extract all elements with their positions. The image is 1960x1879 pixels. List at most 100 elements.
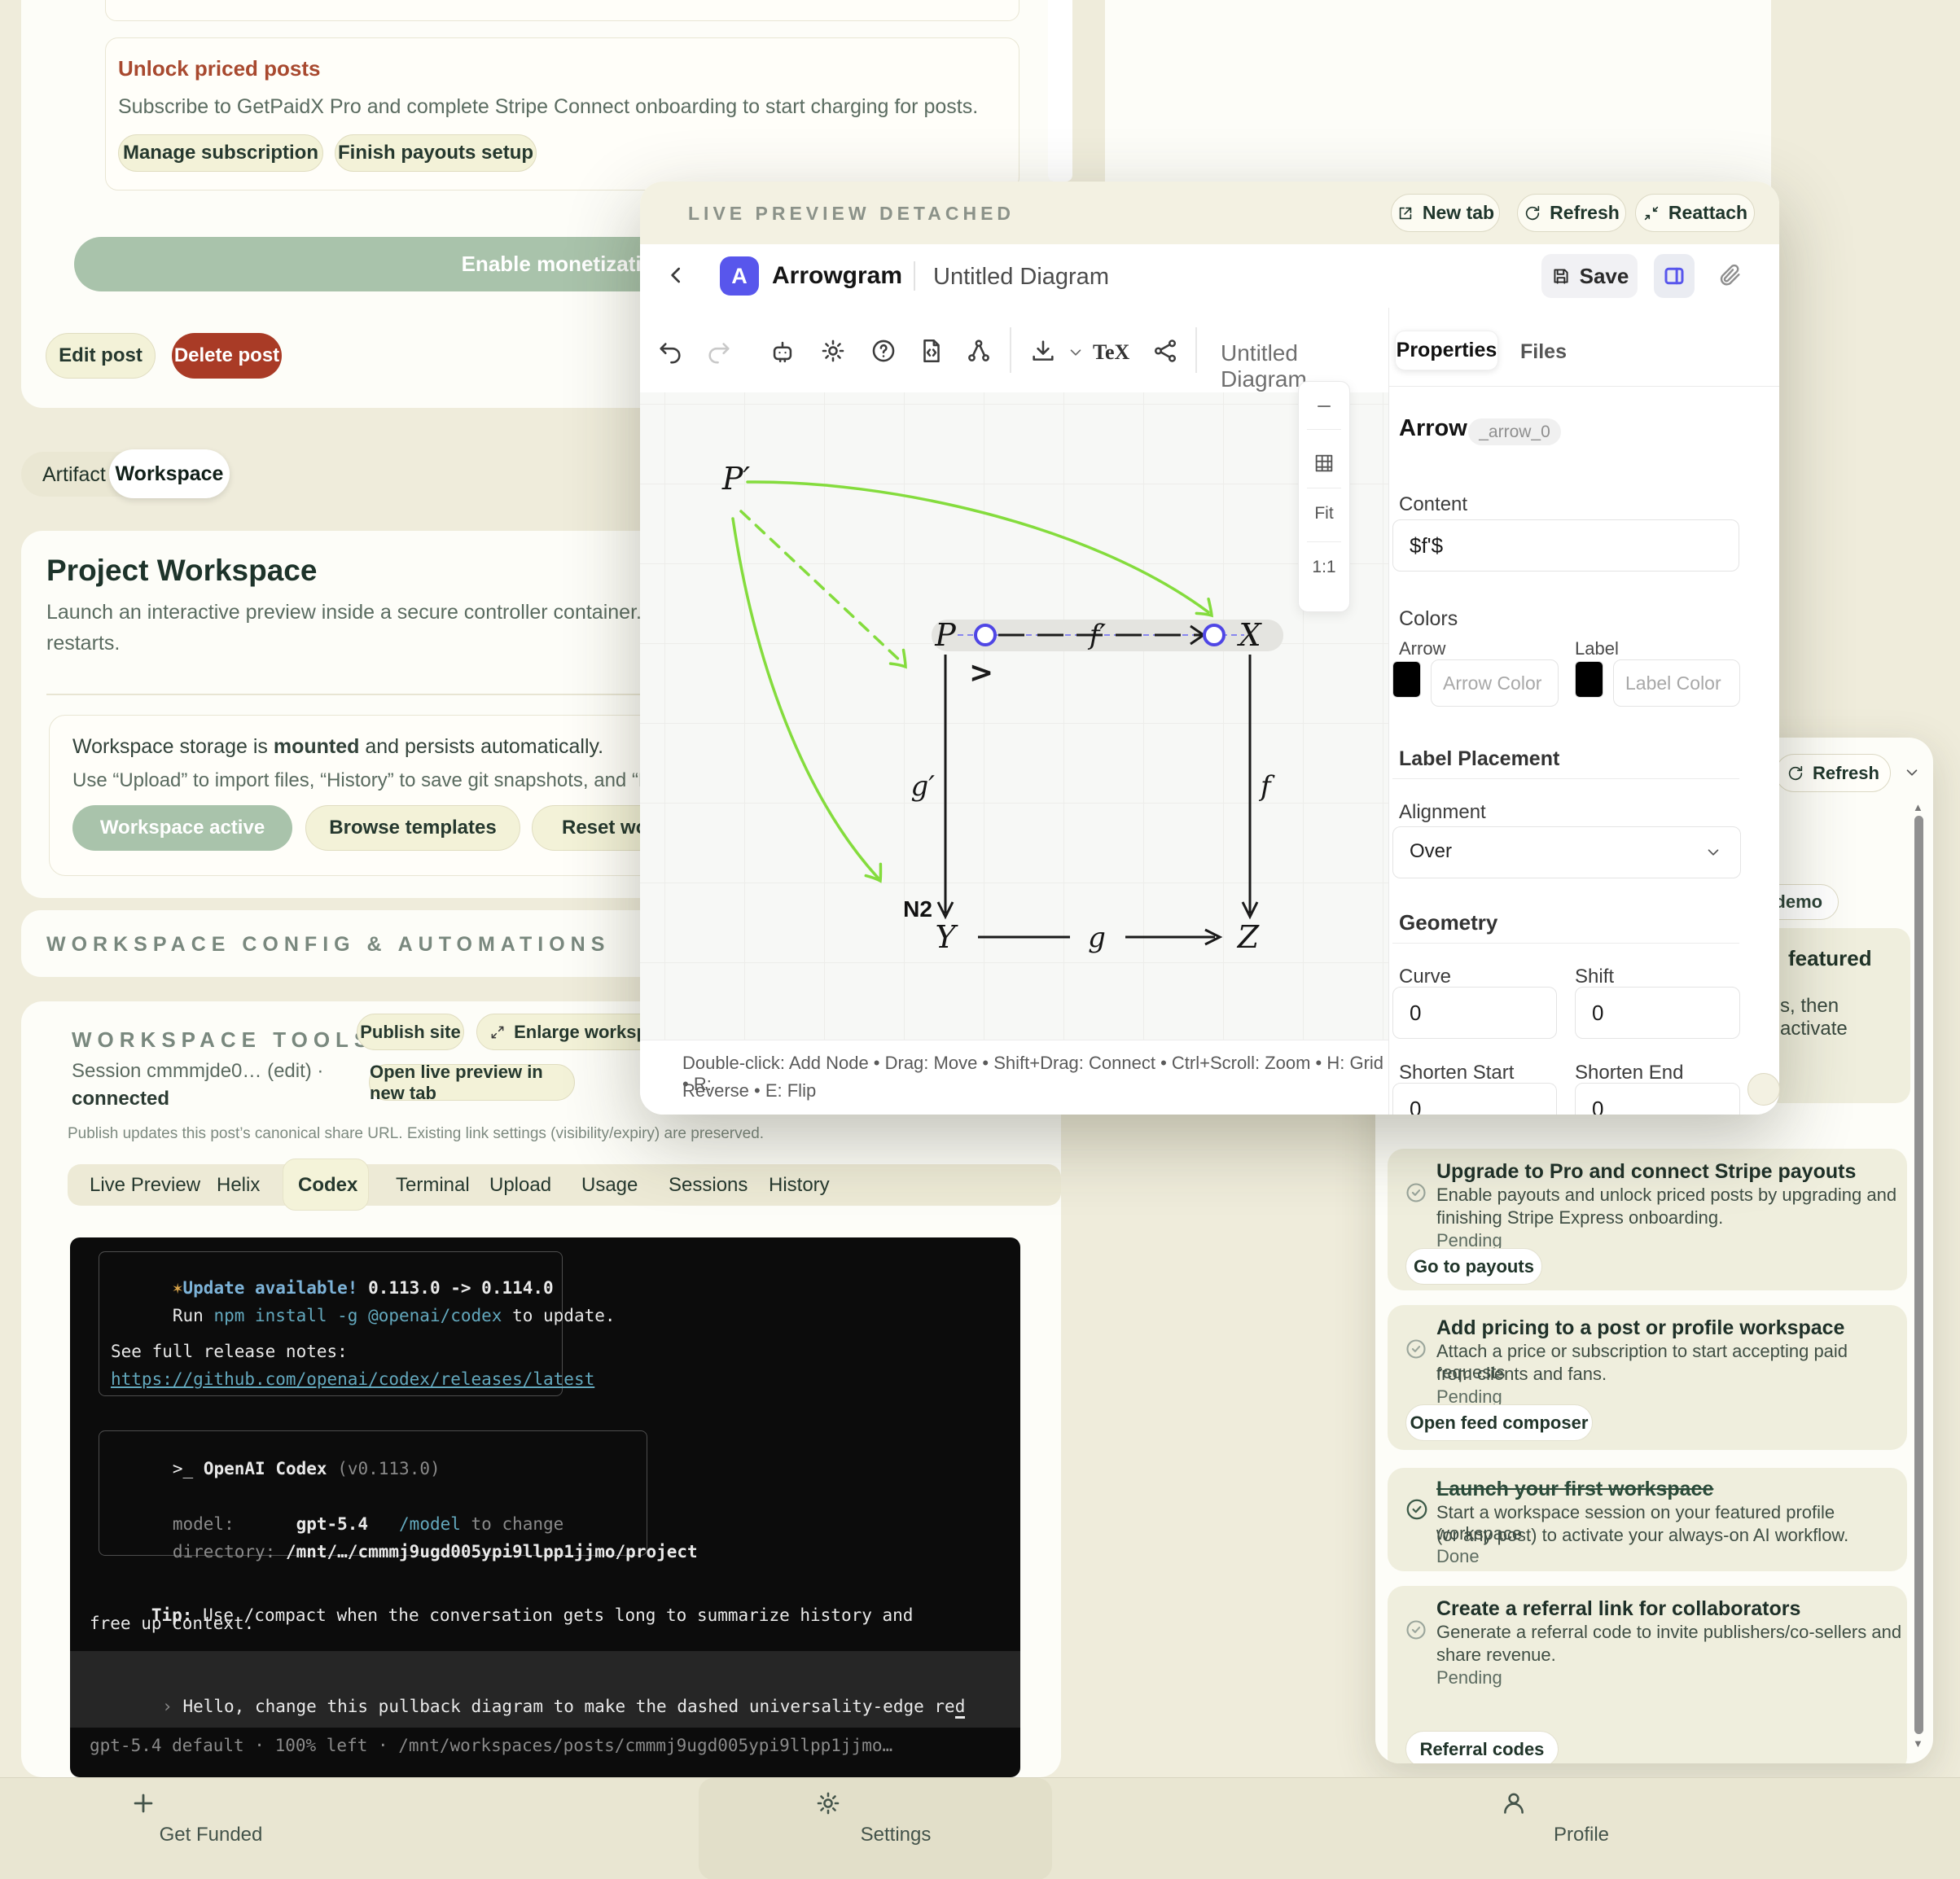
geometry-label: Geometry — [1399, 910, 1498, 935]
save-icon — [1554, 269, 1568, 284]
tab-usage[interactable]: Usage — [581, 1174, 638, 1197]
edge-label-g-prime[interactable]: g′ — [911, 770, 936, 803]
terminal[interactable]: ✶Update available! 0.113.0 -> 0.114.0 Ru… — [70, 1237, 1020, 1777]
tasks-scroll-down[interactable]: ▼ — [1913, 1737, 1923, 1750]
canvas-hint-bar: Double-click: Add Node • Drag: Move • Sh… — [640, 1040, 1388, 1115]
node-z[interactable]: Z — [1237, 919, 1260, 955]
publish-site-button[interactable]: Publish site — [357, 1014, 464, 1050]
edge-label-f[interactable]: f — [1258, 770, 1275, 803]
diagram-canvas[interactable]: > P′ P X Y Z f′ g′ f g N2 – Fit 1:1 — [640, 381, 1388, 1040]
task-desc: finishing Stripe Express onboarding. — [1436, 1207, 1724, 1228]
robot-icon[interactable] — [769, 337, 796, 365]
new-tab-button[interactable]: New tab — [1391, 194, 1500, 232]
tab-artifact[interactable]: Artifact — [42, 463, 106, 487]
hint-line-2: Reverse • E: Flip — [682, 1080, 817, 1101]
green-edge-pprime-y[interactable] — [731, 517, 888, 886]
zoom-fit-button[interactable]: Fit — [1299, 504, 1349, 523]
undo-icon[interactable] — [656, 337, 684, 365]
terminal-input-row[interactable]: › Hello, change this pullback diagram to… — [70, 1651, 1020, 1728]
nav-settings[interactable]: Settings — [814, 1789, 977, 1846]
label-color-swatch[interactable] — [1575, 661, 1603, 698]
edge-handle-end[interactable] — [1203, 624, 1226, 646]
tab-history[interactable]: History — [769, 1174, 830, 1197]
node-p-prime[interactable]: P′ — [721, 461, 751, 497]
shorten-end-input[interactable] — [1575, 1083, 1740, 1115]
node-n2[interactable]: N2 — [903, 896, 932, 922]
graph-icon[interactable] — [965, 337, 993, 365]
task-status: Pending — [1436, 1667, 1502, 1688]
shift-input[interactable] — [1575, 987, 1740, 1039]
edge-f[interactable] — [1241, 655, 1259, 920]
attachment-icon[interactable] — [1717, 262, 1743, 288]
task-desc: share revenue. — [1436, 1645, 1556, 1665]
edge-g-prime[interactable] — [936, 655, 954, 920]
zoom-out-button[interactable]: – — [1299, 392, 1349, 418]
edge-label-f-prime[interactable]: f′ — [1087, 619, 1107, 651]
content-input[interactable] — [1392, 519, 1739, 572]
tex-button[interactable]: TeX — [1093, 340, 1129, 365]
nav-get-funded[interactable]: Get Funded — [129, 1789, 292, 1846]
doc-title[interactable]: Untitled Diagram — [933, 264, 1109, 291]
tasks-scroll-up[interactable]: ▲ — [1913, 801, 1923, 813]
share-icon[interactable] — [1151, 337, 1179, 365]
finish-payouts-button[interactable]: Finish payouts setup — [335, 134, 537, 172]
back-icon[interactable] — [664, 262, 690, 288]
alignment-select[interactable]: Over — [1392, 826, 1741, 878]
node-y[interactable]: Y — [935, 919, 958, 955]
download-icon[interactable] — [1029, 337, 1057, 365]
tab-properties[interactable]: Properties — [1395, 331, 1498, 370]
go-to-payouts-button[interactable]: Go to payouts — [1405, 1248, 1542, 1285]
tab-terminal[interactable]: Terminal — [396, 1174, 470, 1197]
tab-codex[interactable]: Codex — [298, 1174, 357, 1197]
tab-upload[interactable]: Upload — [489, 1174, 551, 1197]
save-button[interactable]: Save — [1541, 254, 1638, 298]
arrow-color-swatch[interactable] — [1392, 661, 1421, 698]
modal-corner-handle[interactable] — [1747, 1073, 1780, 1106]
new-tab-label: New tab — [1422, 202, 1495, 223]
help-icon[interactable] — [870, 337, 897, 365]
chevron-down-icon[interactable] — [1903, 764, 1921, 782]
page-scrollbar-track[interactable] — [1048, 0, 1072, 182]
tab-live-preview[interactable]: Live Preview — [90, 1174, 200, 1197]
node-x[interactable]: X — [1236, 617, 1262, 653]
tab-files[interactable]: Files — [1520, 340, 1567, 364]
gear-icon[interactable] — [819, 337, 847, 365]
delete-post-button[interactable]: Delete post — [172, 333, 282, 379]
tab-workspace[interactable]: Workspace — [109, 449, 230, 498]
green-edge-pprime-x[interactable] — [746, 480, 1218, 622]
enlarge-workspace-button[interactable]: Enlarge worksp — [476, 1014, 660, 1050]
codex-header: >_ OpenAI Codex (v0.113.0) — [111, 1439, 441, 1498]
green-dashed-edge-universal[interactable] — [739, 510, 913, 672]
edge-label-g[interactable]: g — [1088, 922, 1106, 954]
nav-profile[interactable]: Profile — [1500, 1789, 1663, 1846]
browse-templates-button[interactable]: Browse templates — [305, 805, 520, 851]
file-code-icon[interactable] — [918, 337, 945, 365]
tasks-scrollbar[interactable] — [1914, 816, 1923, 1734]
modal-refresh-button[interactable]: Refresh — [1517, 194, 1626, 232]
zoom-100-button[interactable]: 1:1 — [1299, 558, 1349, 577]
logo-letter: A — [731, 263, 748, 288]
grid-toggle-icon[interactable] — [1313, 452, 1335, 475]
edit-post-button[interactable]: Edit post — [46, 333, 156, 379]
open-feed-composer-button[interactable]: Open feed composer — [1405, 1404, 1593, 1441]
nav-profile-label: Profile — [1553, 1824, 1610, 1846]
chevron-down-icon[interactable] — [1067, 344, 1085, 361]
tab-helix[interactable]: Helix — [217, 1174, 260, 1197]
tab-sessions[interactable]: Sessions — [669, 1174, 748, 1197]
edge-handle-start[interactable] — [974, 624, 997, 646]
alignment-value: Over — [1410, 840, 1453, 862]
tasks-refresh-button[interactable]: Refresh — [1775, 754, 1891, 792]
open-preview-button[interactable]: Open live preview in new tab — [369, 1062, 575, 1103]
panel-toggle-button[interactable] — [1654, 254, 1695, 298]
curve-input[interactable] — [1392, 987, 1557, 1039]
referral-codes-button[interactable]: Referral codes — [1405, 1731, 1559, 1763]
redo-icon[interactable] — [705, 337, 733, 365]
shorten-start-input[interactable] — [1392, 1083, 1557, 1115]
label-color-input[interactable] — [1613, 659, 1740, 707]
placement-label: Label Placement — [1399, 747, 1560, 770]
node-p[interactable]: P — [934, 617, 957, 653]
manage-subscription-button[interactable]: Manage subscription — [118, 134, 323, 172]
notes-url[interactable]: https://github.com/openai/codex/releases… — [111, 1369, 594, 1389]
reattach-button[interactable]: Reattach — [1635, 194, 1755, 232]
arrow-color-input[interactable] — [1431, 659, 1559, 707]
